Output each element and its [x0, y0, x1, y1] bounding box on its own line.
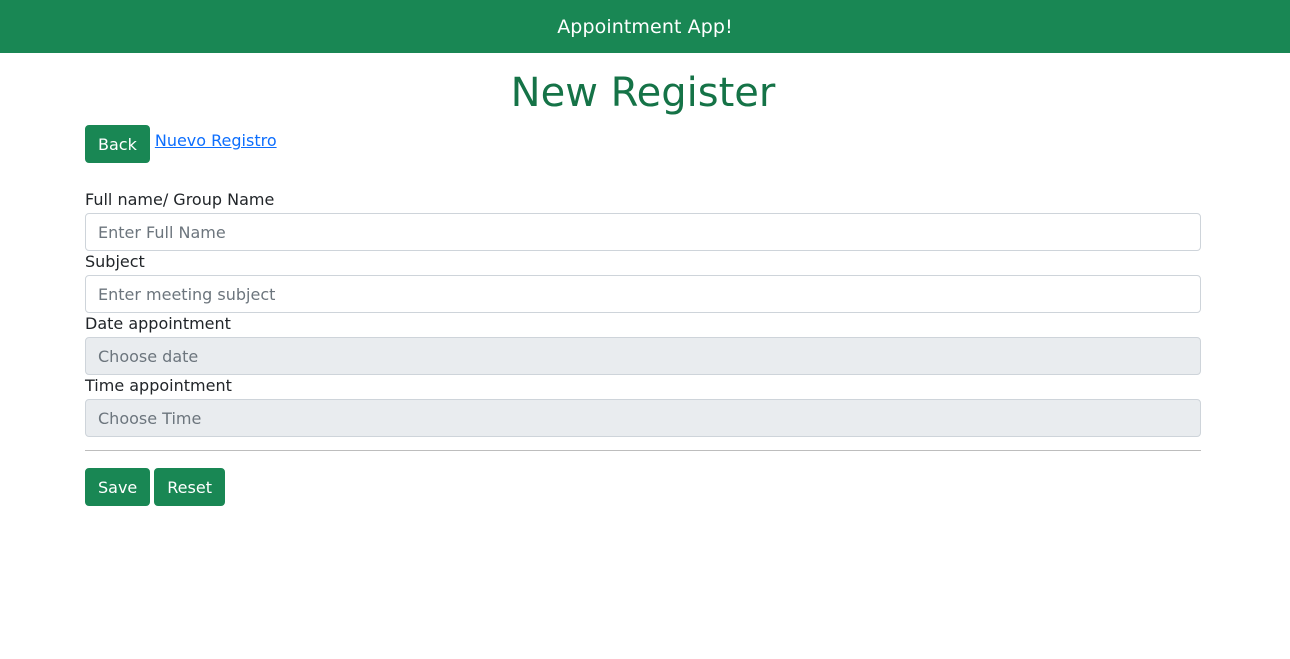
full-name-label: Full name/ Group Name [85, 190, 275, 209]
main-container: New Register Back Nuevo Registro Full na… [85, 53, 1201, 506]
time-input[interactable] [85, 399, 1201, 437]
back-button[interactable]: Back [85, 125, 150, 163]
time-label: Time appointment [85, 376, 232, 395]
full-name-input[interactable] [85, 213, 1201, 251]
reset-button[interactable]: Reset [154, 468, 225, 506]
nuevo-registro-link[interactable]: Nuevo Registro [155, 132, 277, 150]
date-group: Date appointment [85, 313, 1201, 375]
form-actions: Save Reset [85, 468, 225, 506]
save-button[interactable]: Save [85, 468, 151, 506]
subject-input[interactable] [85, 275, 1201, 313]
subject-group: Subject [85, 251, 1201, 313]
full-name-group: Full name/ Group Name [85, 189, 1201, 251]
top-navbar: Appointment App! [0, 0, 1290, 53]
page-title: New Register [510, 70, 776, 116]
top-actions: Back Nuevo Registro [85, 125, 277, 163]
form-divider [85, 450, 1201, 451]
date-input[interactable] [85, 337, 1201, 375]
app-title: Appointment App! [557, 15, 733, 38]
register-form: Full name/ Group Name Subject Date appoi… [85, 189, 1201, 437]
date-label: Date appointment [85, 314, 231, 333]
time-group: Time appointment [85, 375, 1201, 437]
subject-label: Subject [85, 252, 145, 271]
